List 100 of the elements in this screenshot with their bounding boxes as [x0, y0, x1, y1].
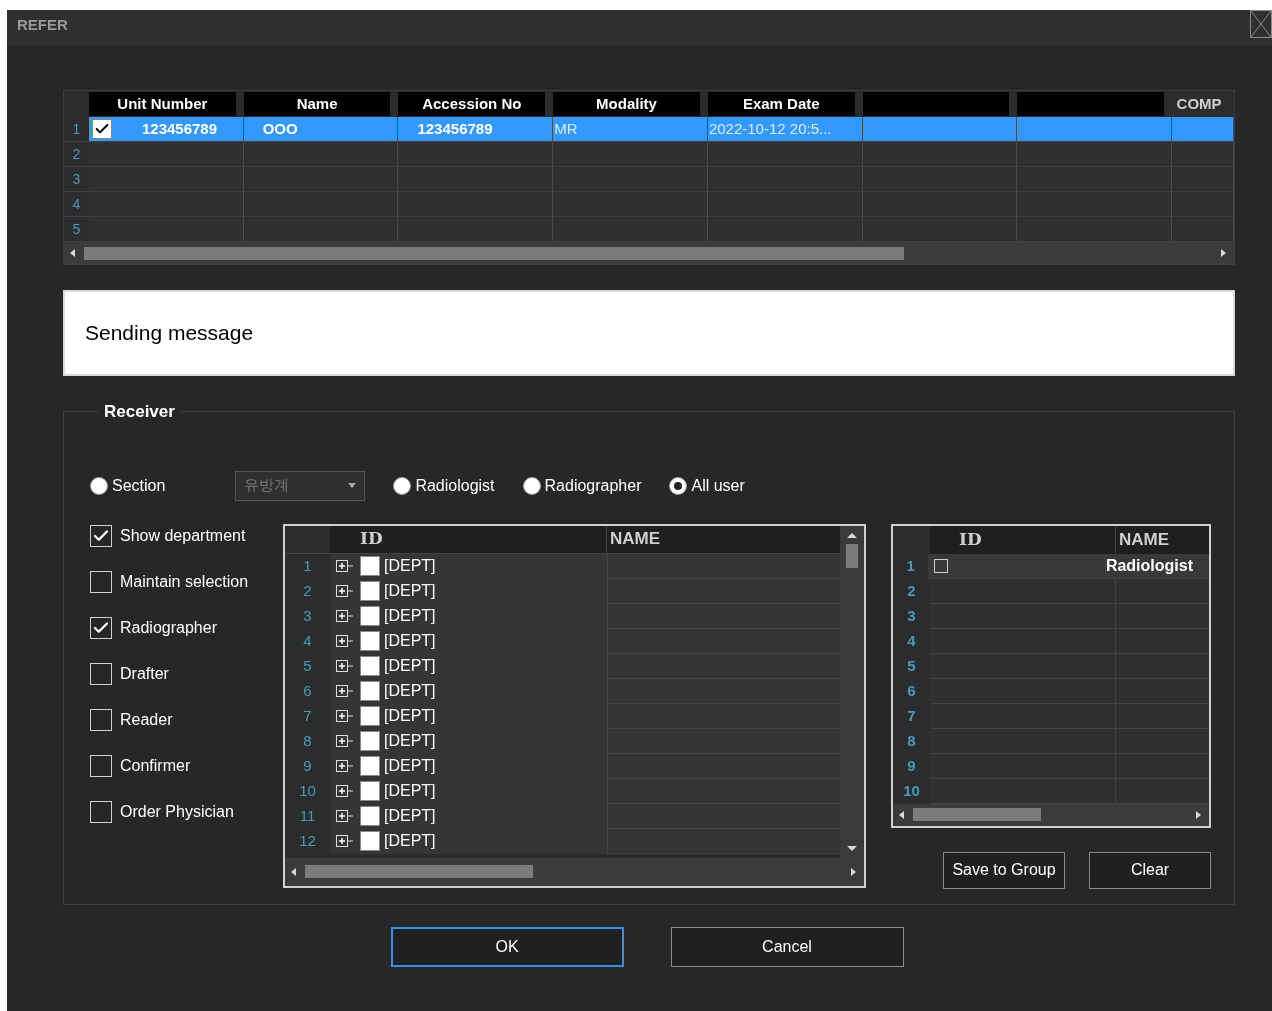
table-row[interactable]: 4 [64, 192, 1234, 217]
department-id: [DEPT] [384, 831, 436, 851]
vertical-scrollbar[interactable] [840, 525, 864, 858]
action-button[interactable]: Clear [1089, 851, 1211, 889]
checkbox[interactable] [360, 556, 380, 576]
checkbox[interactable] [90, 616, 112, 639]
row-number: 1 [893, 553, 929, 579]
message-box[interactable]: Sending message [63, 290, 1235, 376]
checkbox[interactable] [90, 524, 112, 547]
table-cell-text: 123456789 [141, 118, 218, 139]
option-checkbox[interactable]: Maintain selection [90, 570, 283, 593]
expand-icon[interactable] [336, 810, 356, 822]
radio-option[interactable]: All user [669, 473, 745, 498]
checkbox[interactable] [360, 806, 380, 826]
radio-button[interactable] [90, 476, 108, 495]
row-number: 3 [64, 167, 89, 191]
table-row[interactable]: 1 123456789 OOO 123456789 MR 2022-10-12 20:5... [64, 117, 1234, 142]
row-number: 11 [298, 805, 317, 826]
checkbox[interactable] [360, 831, 380, 851]
checkbox[interactable] [360, 606, 380, 626]
table-row[interactable]: 3 [64, 167, 1234, 192]
row-number: 2 [64, 142, 89, 166]
checkbox[interactable] [90, 570, 112, 593]
checkbox[interactable] [90, 708, 112, 731]
checkbox[interactable] [90, 800, 112, 823]
expand-icon[interactable] [336, 635, 356, 647]
checkbox[interactable] [934, 558, 949, 573]
scrollbar-thumb[interactable] [846, 543, 858, 568]
horizontal-scrollbar[interactable] [893, 803, 1209, 826]
expand-icon[interactable] [336, 710, 356, 722]
radio-option[interactable]: Section [90, 473, 166, 498]
column-header[interactable]: NAME [1116, 525, 1209, 554]
expand-icon[interactable] [336, 760, 356, 772]
checkbox[interactable] [360, 581, 380, 601]
table-cell-text: 123456789 [417, 118, 493, 139]
scrollbar-thumb[interactable] [913, 808, 1041, 821]
radio-button[interactable] [393, 476, 412, 495]
table-cell-text: 2022-10-12 20:5... [708, 118, 832, 139]
row-number: 7 [893, 703, 930, 729]
option-checkbox[interactable]: Confirmer [90, 754, 283, 777]
dialog-button[interactable]: OK [390, 927, 624, 967]
row-number: 5 [893, 653, 930, 679]
option-checkbox[interactable]: Radiographer [90, 616, 283, 639]
checkbox[interactable] [360, 781, 380, 801]
checkbox[interactable] [360, 706, 380, 726]
checkbox[interactable] [90, 754, 112, 777]
close-icon[interactable] [1250, 10, 1272, 38]
column-header[interactable]: ID [330, 525, 607, 553]
option-checkbox[interactable]: Show department [90, 524, 283, 547]
option-checkbox[interactable]: Drafter [90, 662, 283, 685]
department-id: [DEPT] [384, 556, 436, 576]
horizontal-scrollbar[interactable] [64, 242, 1234, 264]
column-header[interactable]: NAME [607, 525, 840, 553]
table-row[interactable]: 2 [64, 142, 1234, 167]
radio-option[interactable]: Radiologist [393, 473, 495, 498]
expand-icon[interactable] [336, 560, 356, 572]
expand-icon[interactable] [336, 610, 356, 622]
checkbox[interactable] [360, 631, 380, 651]
scrollbar-thumb[interactable] [84, 246, 904, 260]
table-cell-text: OOO [262, 118, 298, 139]
row-number: 8 [302, 730, 313, 751]
expand-icon[interactable] [336, 660, 356, 672]
row-number: 4 [302, 630, 313, 651]
table-row[interactable]: 5 [64, 217, 1234, 242]
checkbox[interactable] [360, 681, 380, 701]
row-number: 9 [893, 753, 930, 779]
row-number: 6 [893, 678, 930, 704]
expand-icon[interactable] [336, 585, 356, 597]
checkbox[interactable] [90, 662, 112, 685]
scrollbar-thumb[interactable] [305, 865, 533, 878]
expand-icon[interactable] [336, 735, 356, 747]
radio-button[interactable] [669, 476, 688, 495]
checkbox[interactable] [360, 731, 380, 751]
expand-icon[interactable] [336, 835, 356, 847]
row-number: 7 [302, 705, 313, 726]
dropdown-caret-icon [348, 483, 357, 488]
checkbox[interactable] [360, 756, 380, 776]
expand-icon[interactable] [336, 785, 356, 797]
row-number: 10 [298, 780, 317, 801]
row-number: 3 [893, 603, 930, 629]
expand-icon[interactable] [336, 685, 356, 697]
row-number: 4 [893, 628, 930, 654]
option-checkbox[interactable]: Order Physician [90, 800, 283, 823]
option-checkbox[interactable]: Reader [90, 708, 283, 731]
checkbox[interactable] [91, 119, 112, 139]
radio-option[interactable]: Radiographer [522, 473, 642, 498]
radio-button[interactable] [522, 476, 541, 495]
row-number: 1 [302, 555, 313, 576]
checkbox[interactable] [360, 656, 380, 676]
row-number: 5 [64, 217, 89, 241]
row-number: 6 [302, 680, 313, 701]
message-text: Sending message [85, 320, 254, 347]
action-button[interactable]: Save to Group [943, 851, 1065, 889]
column-header[interactable]: ID [930, 525, 1116, 554]
table-cell-text: Radiologist [1105, 555, 1193, 576]
row-number: 2 [302, 580, 313, 601]
department-id: [DEPT] [384, 781, 436, 801]
department-id: [DEPT] [384, 581, 436, 601]
horizontal-scrollbar[interactable] [285, 857, 864, 886]
dialog-button[interactable]: Cancel [670, 927, 904, 967]
